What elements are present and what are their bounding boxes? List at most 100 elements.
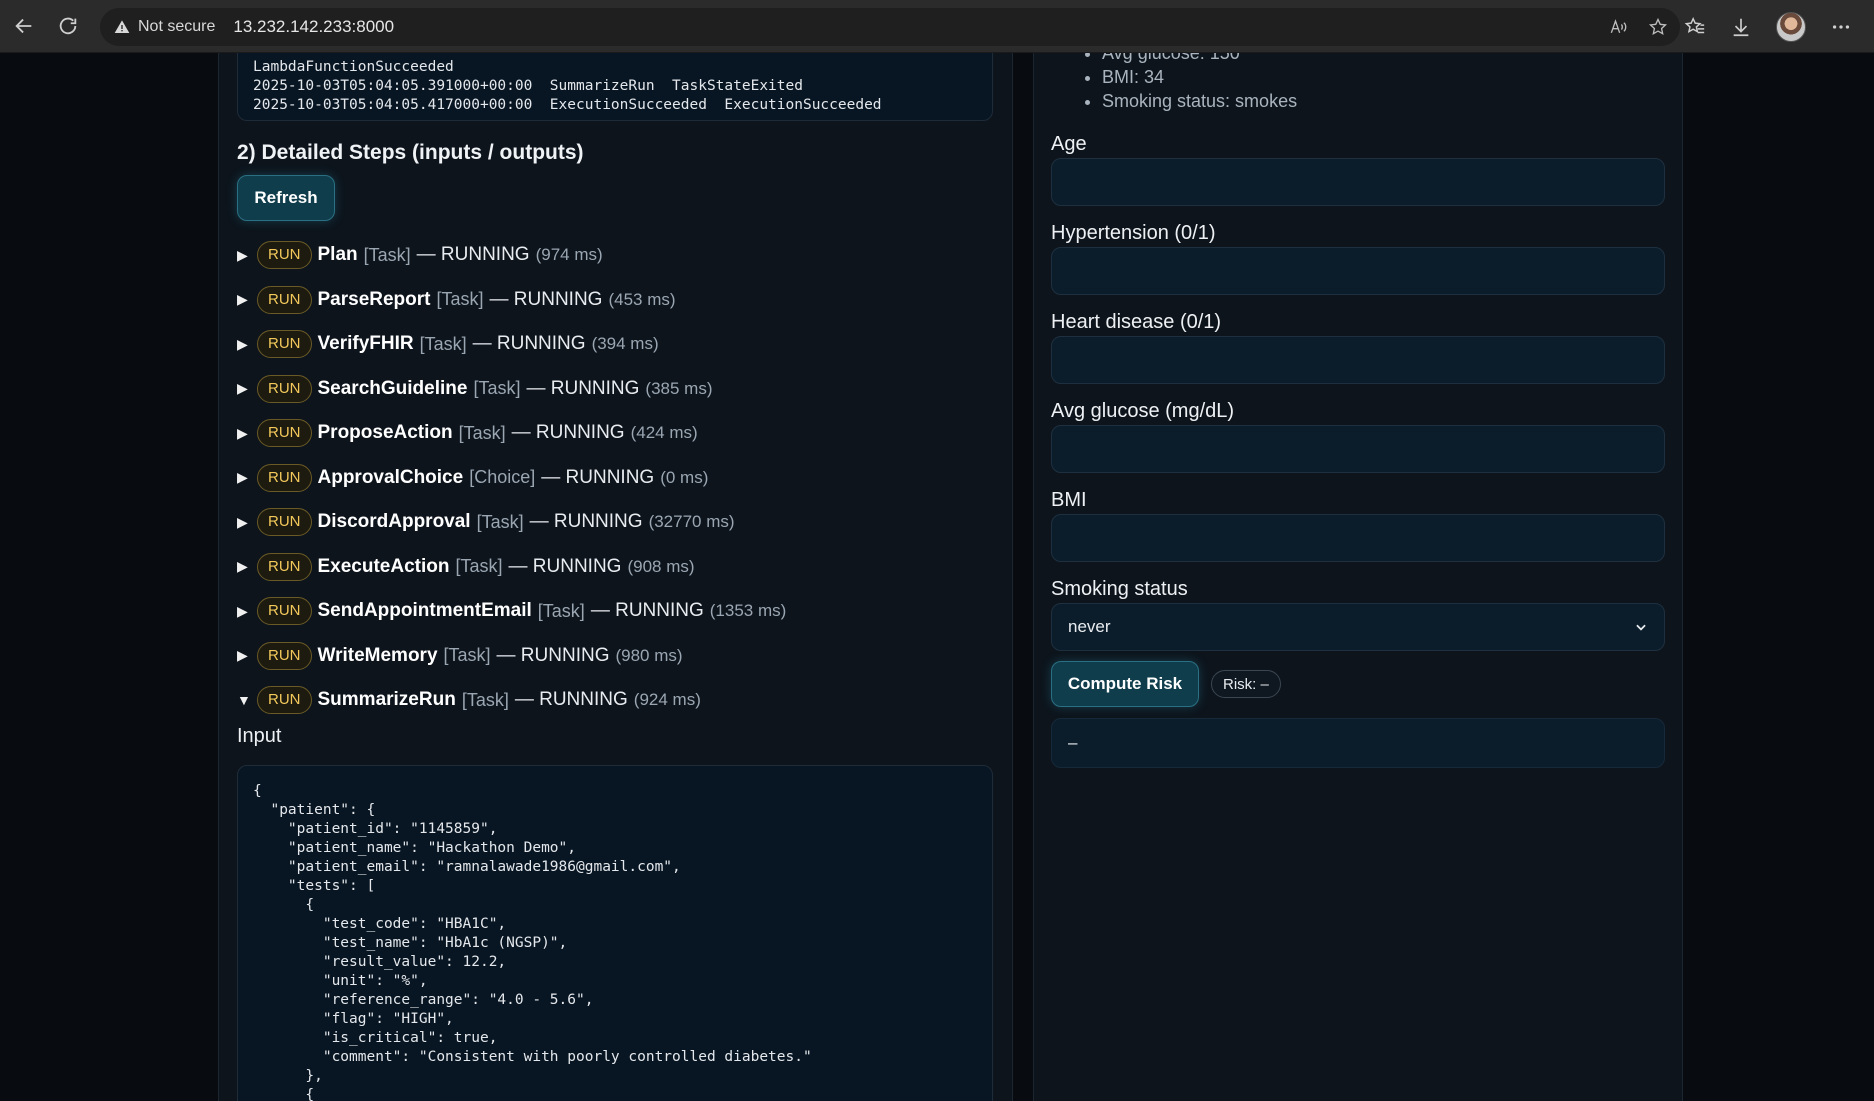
step-duration: (385 ms) [645, 378, 713, 398]
security-indicator[interactable]: Not secure [114, 18, 215, 36]
read-aloud-icon[interactable] [1608, 17, 1628, 37]
hypertension-input[interactable] [1051, 247, 1665, 295]
step-row[interactable]: ▶ RUN VerifyFHIR [Task] — RUNNING (394 ms) [237, 322, 997, 367]
step-row[interactable]: ▶ RUN SendAppointmentEmail [Task] — RUNNING(… [237, 589, 997, 634]
code-line: { [253, 783, 262, 799]
profile-avatar[interactable] [1776, 11, 1806, 42]
collapse-triangle-icon[interactable]: ▼ [237, 692, 257, 708]
code-line: }, [253, 1068, 323, 1084]
code-line: "flag": "HIGH", [253, 1011, 454, 1027]
step-status: — RUNNING [472, 333, 586, 355]
step-name: SendAppointmentEmail [317, 600, 532, 622]
step-row[interactable]: ▼ RUN SummarizeRun [Task] — RUNNING (924 ms) [237, 678, 997, 723]
step-status: — RUNNING [529, 511, 643, 533]
step-duration: (924 ms) [633, 690, 701, 710]
step-row[interactable]: ▶ RUN ParseReport [Task] — RUNNING (453 ms) [237, 278, 997, 323]
step-status: — RUNNING [489, 288, 603, 310]
url-text[interactable]: 13.232.142.233:8000 [233, 17, 394, 37]
step-duration: (424 ms) [630, 423, 698, 443]
smoking-status-select[interactable]: never [1051, 603, 1665, 651]
step-row[interactable]: ▶ RUN ExecuteAction [Task] — RUNNING (908 ms) [237, 545, 997, 590]
expand-triangle-icon[interactable]: ▶ [237, 291, 257, 308]
page-content: LambdaFunctionSucceeded 2025-10-03T05:04… [0, 53, 1874, 1101]
step-name: Plan [317, 244, 358, 266]
expand-triangle-icon[interactable]: ▶ [237, 469, 257, 486]
execution-panel: LambdaFunctionSucceeded 2025-10-03T05:04… [218, 53, 1013, 1101]
step-row[interactable]: ▶ RUN SearchGuideline [Task] — RUNNING (385 m… [237, 367, 997, 412]
step-duration: (908 ms) [627, 556, 695, 576]
expand-triangle-icon[interactable]: ▶ [237, 336, 257, 353]
code-line: "result_value": 12.2, [253, 954, 507, 970]
code-line: "patient": { [253, 802, 376, 818]
step-row[interactable]: ▶ RUN WriteMemory [Task] — RUNNING (980 ms) [237, 634, 997, 679]
expand-triangle-icon[interactable]: ▶ [237, 380, 257, 397]
code-line: "test_code": "HBA1C", [253, 916, 507, 932]
steps-list: ▶ RUN Plan [Task] — RUNNING (974 ms) ▶ RUN Parse… [237, 233, 997, 723]
step-status: — RUNNING [511, 422, 625, 444]
warning-icon [114, 20, 130, 33]
step-status: — RUNNING [590, 600, 704, 622]
step-row[interactable]: ▶ RUN ApprovalChoice [Choice] — RUNNING (0 ms… [237, 456, 997, 501]
heart-disease-label: Heart disease (0/1) [1051, 311, 1222, 333]
step-duration: (453 ms) [608, 289, 676, 309]
heart-disease-input[interactable] [1051, 336, 1665, 384]
address-bar[interactable]: Not secure 13.232.142.233:8000 [100, 8, 1680, 46]
step-row[interactable]: ▶ RUN ProposeAction [Task] — RUNNING (424 ms) [237, 411, 997, 456]
status-badge: RUN [257, 463, 312, 492]
status-badge: RUN [257, 374, 312, 403]
code-line: "patient_email": "ramnalawade1986@gmail.… [253, 859, 681, 875]
favorite-star-icon[interactable] [1648, 17, 1668, 37]
bmi-input[interactable] [1051, 514, 1665, 562]
log-line: 2025-10-03T05:04:05.391000+00:00 Summari… [253, 78, 803, 94]
step-row[interactable]: ▶ RUN Plan [Task] — RUNNING (974 ms) [237, 233, 997, 278]
step-name: WriteMemory [317, 644, 438, 666]
expand-triangle-icon[interactable]: ▶ [237, 514, 257, 531]
more-options-icon[interactable] [1830, 16, 1852, 38]
avg-glucose-input[interactable] [1051, 425, 1665, 473]
expand-triangle-icon[interactable]: ▶ [237, 647, 257, 664]
expand-triangle-icon[interactable]: ▶ [237, 603, 257, 620]
expand-triangle-icon[interactable]: ▶ [237, 247, 257, 264]
step-type: [Task] [537, 600, 585, 621]
code-line: { [253, 1087, 315, 1101]
downloads-icon[interactable] [1730, 16, 1752, 38]
chevron-down-icon [1636, 624, 1646, 631]
step-type: [Task] [473, 378, 521, 399]
step-row[interactable]: ▶ RUN DiscordApproval [Task] — RUNNING (32770… [237, 500, 997, 545]
status-badge: RUN [257, 241, 312, 270]
back-icon[interactable] [4, 6, 44, 46]
risk-badge: Risk: – [1211, 670, 1281, 698]
status-badge: RUN [257, 641, 312, 670]
hypertension-label: Hypertension (0/1) [1051, 222, 1216, 244]
favorites-icon[interactable] [1684, 16, 1706, 38]
avg-glucose-label: Avg glucose (mg/dL) [1051, 400, 1235, 422]
step-type: [Task] [436, 289, 484, 310]
smoking-selected-value: never [1068, 617, 1111, 636]
step-type: [Task] [461, 689, 509, 710]
expand-triangle-icon[interactable]: ▶ [237, 558, 257, 575]
age-input[interactable] [1051, 158, 1665, 206]
step-duration: (0 ms) [660, 467, 709, 487]
code-line: "is_critical": true, [253, 1030, 498, 1046]
step-status: — RUNNING [496, 644, 610, 666]
refresh-button[interactable]: Refresh [237, 175, 335, 221]
expand-triangle-icon[interactable]: ▶ [237, 425, 257, 442]
log-line: 2025-10-03T05:04:05.417000+00:00 Executi… [253, 97, 882, 113]
event-log: LambdaFunctionSucceeded 2025-10-03T05:04… [237, 53, 993, 121]
status-badge: RUN [257, 330, 312, 359]
step-name: VerifyFHIR [317, 333, 414, 355]
status-badge: RUN [257, 686, 312, 715]
status-badge: RUN [257, 419, 312, 448]
step-type: [Task] [419, 333, 467, 354]
step-duration: (32770 ms) [648, 512, 735, 532]
reload-icon[interactable] [48, 6, 88, 46]
step-name: DiscordApproval [317, 511, 471, 533]
compute-risk-button[interactable]: Compute Risk [1051, 661, 1199, 707]
patient-facts: Avg glucose: 150 BMI: 34 Smoking status:… [1102, 53, 1297, 113]
step-status: — RUNNING [514, 689, 628, 711]
risk-panel: Avg glucose: 150 BMI: 34 Smoking status:… [1033, 53, 1683, 1101]
step-status: — RUNNING [526, 377, 640, 399]
step-duration: (980 ms) [615, 645, 683, 665]
step-name: ParseReport [317, 288, 431, 310]
step-duration: (1353 ms) [709, 601, 787, 621]
